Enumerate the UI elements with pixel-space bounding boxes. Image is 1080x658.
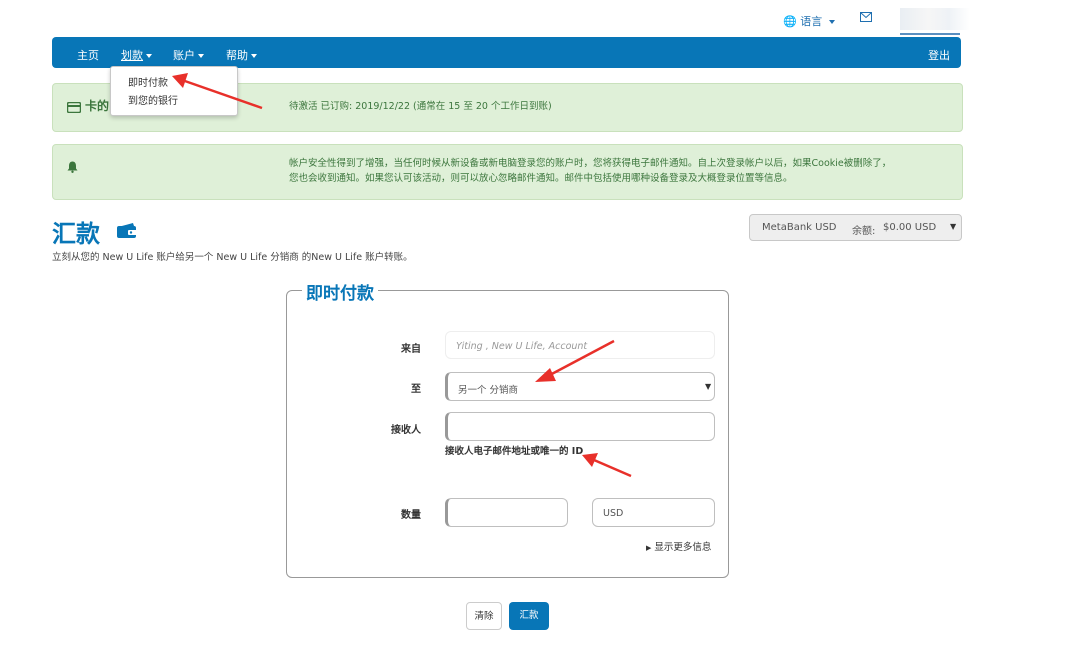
currency-field[interactable]: USD xyxy=(592,498,715,527)
account-name: MetaBank USD xyxy=(762,222,837,233)
nav-transfer[interactable]: 划款 xyxy=(121,47,152,63)
logout-link[interactable]: 登出 xyxy=(928,47,950,63)
to-label: 至 xyxy=(411,384,421,395)
transfer-dropdown-menu: 即时付款 到您的银行 xyxy=(110,66,238,116)
currency-value: USD xyxy=(603,508,624,519)
page-subtitle: 立刻从您的 New U Life 账户给另一个 New U Life 分销商 的… xyxy=(52,252,413,263)
language-label: 语言 xyxy=(800,15,823,28)
globe-icon: 🌐 xyxy=(783,15,797,28)
security-alert-line1: 帐户安全性得到了增强，当任何时候从新设备或新电脑登录您的账户时，您将获得电子邮件… xyxy=(289,158,892,169)
chevron-down-icon xyxy=(146,54,152,58)
balance-value: $0.00 USD xyxy=(883,222,937,233)
clear-button[interactable]: 清除 xyxy=(466,602,502,630)
from-field[interactable]: Yiting , New U Life, Account xyxy=(445,331,715,359)
amount-label: 数量 xyxy=(401,510,421,521)
amount-input[interactable] xyxy=(445,498,568,527)
nav-help[interactable]: 帮助 xyxy=(226,47,257,63)
card-alert-text: 待激活 已订购: 2019/12/22 (通常在 15 至 20 个工作日到账) xyxy=(289,101,552,112)
from-label: 来自 xyxy=(401,344,421,355)
nav-account[interactable]: 账户 xyxy=(173,47,204,63)
card-alert-title: 卡的 xyxy=(85,99,110,113)
chevron-down-icon: ▼ xyxy=(950,222,957,231)
transfer-button[interactable]: 汇款 xyxy=(509,602,549,630)
user-account-underline xyxy=(900,33,960,35)
balance-label: 余额: xyxy=(852,226,876,237)
menu-item-to-bank[interactable]: 到您的银行 xyxy=(128,92,178,107)
chevron-down-icon: ▼ xyxy=(705,382,712,391)
to-select[interactable]: 另一个 分销商 ▼ xyxy=(445,372,715,401)
show-more-info-label: 显示更多信息 xyxy=(654,542,712,553)
language-menu[interactable]: 🌐 语言 xyxy=(783,13,835,29)
show-more-info-link[interactable]: ▶ 显示更多信息 xyxy=(646,539,711,553)
security-alert: 帐户安全性得到了增强，当任何时候从新设备或新电脑登录您的账户时，您将获得电子邮件… xyxy=(52,144,963,200)
to-selected-value: 另一个 分销商 xyxy=(458,385,519,396)
menu-item-instant-payment[interactable]: 即时付款 xyxy=(128,74,168,89)
recipient-label: 接收人 xyxy=(391,425,421,436)
nav-help-label: 帮助 xyxy=(226,49,248,62)
nav-home[interactable]: 主页 xyxy=(77,47,99,63)
user-account-blurred[interactable] xyxy=(900,8,970,30)
account-select[interactable]: MetaBank USD 余额: $0.00 USD ▼ xyxy=(749,214,962,241)
nav-transfer-label: 划款 xyxy=(121,49,143,62)
fieldset-legend: 即时付款 xyxy=(302,279,378,304)
recipient-input[interactable] xyxy=(445,412,715,441)
security-alert-line2: 您也会收到通知。如果您认可该活动，则可以放心忽略邮件通知。邮件中包括使用哪种设备… xyxy=(289,173,793,184)
bell-icon xyxy=(67,161,78,173)
from-placeholder: Yiting , New U Life, Account xyxy=(456,341,588,352)
chevron-down-icon xyxy=(251,54,257,58)
chevron-down-icon xyxy=(828,20,835,24)
chevron-down-icon xyxy=(198,54,204,58)
nav-account-label: 账户 xyxy=(173,49,195,62)
recipient-help-text: 接收人电子邮件地址或唯一的 ID xyxy=(445,446,584,457)
credit-card-icon xyxy=(67,102,81,113)
main-navbar: 主页 划款 账户 帮助 登出 xyxy=(52,37,961,68)
caret-right-icon: ▶ xyxy=(646,544,652,552)
page-title: 汇款 xyxy=(52,220,100,248)
envelope-icon[interactable] xyxy=(860,12,872,22)
wallet-icon xyxy=(117,223,137,238)
